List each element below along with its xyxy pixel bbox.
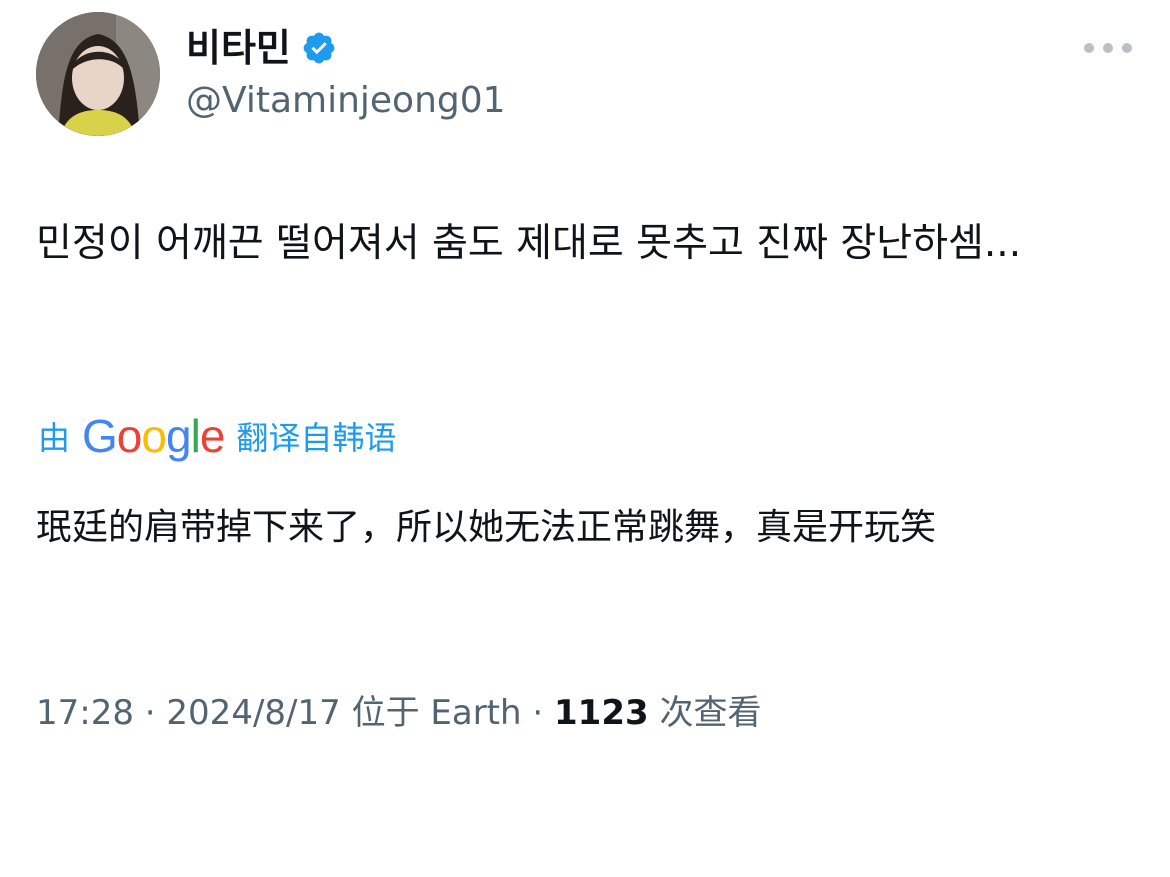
display-name[interactable]: 비타민 — [186, 20, 291, 76]
tweet-card: 비타민 @Vitaminjeong01 민정이 어깨끈 떨어져서 춤도 제대로 … — [0, 0, 1170, 877]
translated-text: 珉廷的肩带掉下来了，所以她无法正常跳舞，真是开玩笑 — [36, 507, 937, 548]
translation-attribution: 由 Google 翻译自韩语 — [38, 406, 396, 466]
meta-separator: · — [532, 693, 544, 733]
author-name-row[interactable]: 비타민 — [186, 20, 337, 76]
tweet-time[interactable]: 17:28 — [36, 693, 134, 733]
meta-separator: · — [144, 693, 156, 733]
tweet-meta: 17:28 · 2024/8/17 位于 Earth · 1123 次查看 — [36, 688, 761, 738]
verified-badge-icon — [303, 32, 335, 64]
author-handle[interactable]: @Vitaminjeong01 — [186, 76, 506, 126]
more-options-icon[interactable] — [1084, 36, 1132, 60]
tweet-text: 민정이 어깨끈 떨어져서 춤도 제대로 못추고 진짜 장난하셈... — [36, 221, 1022, 266]
views-count[interactable]: 1123 — [554, 693, 649, 733]
tweet-location: 位于 Earth — [351, 693, 522, 733]
avatar[interactable] — [36, 12, 160, 136]
tweet-date[interactable]: 2024/8/17 — [166, 693, 340, 733]
translated-from-label: 翻译自韩语 — [236, 419, 397, 457]
google-logo: Google — [82, 410, 225, 462]
views-label[interactable]: 次查看 — [659, 693, 761, 733]
translated-by-label: 由 — [38, 419, 71, 457]
